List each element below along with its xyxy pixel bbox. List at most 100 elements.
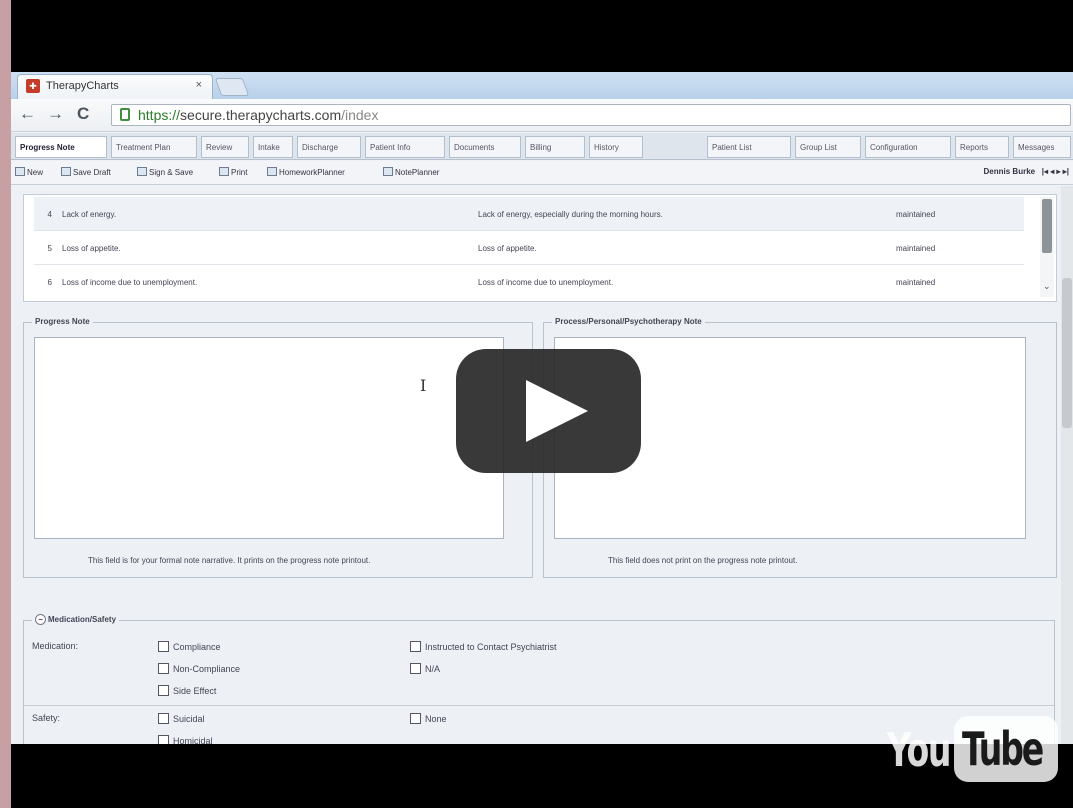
address-bar: ← → C https://secure.therapycharts.com/i…	[11, 99, 1073, 132]
chevron-down-icon[interactable]: ⌄	[1043, 281, 1051, 292]
suicidal-checkbox[interactable]: Suicidal	[158, 713, 205, 724]
tab-patient-info[interactable]: Patient Info	[365, 136, 445, 158]
progress-note-hint: This field is for your formal note narra…	[88, 556, 371, 565]
collapse-icon[interactable]: −	[35, 614, 46, 625]
print-button[interactable]: Print	[219, 167, 247, 177]
grid-scroll-thumb[interactable]	[1042, 199, 1052, 253]
status-cell: maintained	[896, 210, 936, 219]
youtube-logo-you: You	[887, 723, 951, 777]
description-cell: Loss of appetite.	[478, 244, 537, 253]
note-planner-button[interactable]: NotePlanner	[383, 167, 439, 177]
table-row[interactable]: 6 Loss of income due to unemployment. Lo…	[34, 265, 1024, 299]
close-tab-icon[interactable]: ×	[196, 79, 202, 91]
patient-nav: Dennis Burke |◂ ◂ ▸ ▸|	[984, 167, 1069, 176]
app-tab-bar: Progress Note Treatment Plan Review Inta…	[11, 133, 1073, 160]
side-effect-checkbox[interactable]: Side Effect	[158, 685, 216, 696]
row-number: 6	[47, 278, 52, 287]
checkbox-label: Suicidal	[173, 714, 205, 724]
grid-scrollbar[interactable]: ⌄	[1040, 197, 1054, 297]
description-cell: Loss of income due to unemployment.	[478, 278, 614, 287]
none-checkbox[interactable]: None	[410, 713, 447, 724]
checkbox-label: Non-Compliance	[173, 664, 241, 674]
checkbox-label: Homicidal	[173, 736, 213, 744]
tab-billing[interactable]: Billing	[525, 136, 585, 158]
tab-review[interactable]: Review	[201, 136, 249, 158]
checkbox-icon	[158, 641, 169, 652]
video-letterbox-top	[11, 0, 1073, 72]
medication-safety-legend: − Medication/Safety	[32, 614, 120, 625]
tab-group-list[interactable]: Group List	[795, 136, 861, 158]
page-scroll-thumb[interactable]	[1062, 278, 1072, 428]
tab-configuration[interactable]: Configuration	[865, 136, 951, 158]
lock-icon	[120, 108, 130, 121]
save-draft-button[interactable]: Save Draft	[61, 167, 111, 177]
tab-patient-list[interactable]: Patient List	[707, 136, 791, 158]
url-field[interactable]: https://secure.therapycharts.com/index	[111, 104, 1071, 126]
printer-icon	[219, 167, 229, 176]
homicidal-checkbox[interactable]: Homicidal	[158, 735, 213, 744]
progress-note-legend: Progress Note	[32, 317, 93, 326]
table-row[interactable]: 5 Loss of appetite. Loss of appetite. ma…	[34, 231, 1024, 265]
tab-documents[interactable]: Documents	[449, 136, 521, 158]
reload-icon[interactable]: C	[77, 104, 89, 124]
na-checkbox[interactable]: N/A	[410, 663, 440, 674]
tab-discharge[interactable]: Discharge	[297, 136, 361, 158]
contact-psychiatrist-checkbox[interactable]: Instructed to Contact Psychiatrist	[410, 641, 557, 652]
medication-safety-title: Medication/Safety	[48, 615, 117, 624]
tab-history[interactable]: History	[589, 136, 643, 158]
compliance-checkbox[interactable]: Compliance	[158, 641, 221, 652]
problem-cell: Lack of energy.	[62, 210, 117, 219]
homework-label: HomeworkPlanner	[279, 168, 345, 177]
planner-icon	[383, 167, 393, 176]
browser-tabstrip: ✚ TherapyCharts ×	[11, 72, 1073, 99]
browser-tab[interactable]: ✚ TherapyCharts ×	[17, 74, 213, 99]
print-label: Print	[231, 168, 248, 177]
youtube-logo-tube: Tube	[954, 716, 1058, 782]
section-divider	[24, 705, 1054, 706]
sign-save-button[interactable]: Sign & Save	[137, 167, 193, 177]
process-note-legend: Process/Personal/Psychotherapy Note	[552, 317, 705, 326]
tab-messages[interactable]: Messages	[1013, 136, 1071, 158]
action-toolbar: New Save Draft Sign & Save Print Homewor…	[11, 161, 1073, 185]
forward-arrow-icon[interactable]: →	[47, 104, 64, 124]
homework-planner-button[interactable]: HomeworkPlanner	[267, 167, 345, 177]
url-path: /index	[341, 107, 379, 123]
patient-name: Dennis Burke	[983, 167, 1036, 176]
play-icon	[526, 380, 588, 442]
tab-reports[interactable]: Reports	[955, 136, 1009, 158]
new-button[interactable]: New	[15, 167, 43, 177]
url-host: secure.therapycharts.com	[180, 107, 342, 123]
tab-treatment-plan[interactable]: Treatment Plan	[111, 136, 197, 158]
video-play-button[interactable]	[456, 349, 641, 473]
process-note-hint: This field does not print on the progres…	[608, 556, 798, 565]
save-icon	[61, 167, 71, 176]
checkbox-icon	[158, 685, 169, 696]
page-scrollbar[interactable]	[1061, 186, 1073, 744]
status-cell: maintained	[896, 278, 936, 287]
record-nav-arrows[interactable]: |◂ ◂ ▸ ▸|	[1042, 167, 1069, 176]
checkbox-icon	[410, 663, 421, 674]
checkbox-label: Compliance	[173, 642, 221, 652]
therapycharts-favicon-icon: ✚	[26, 79, 40, 93]
checkbox-label: Instructed to Contact Psychiatrist	[425, 642, 557, 652]
planner-icon	[267, 167, 277, 176]
back-arrow-icon[interactable]: ←	[19, 104, 36, 124]
status-cell: maintained	[896, 244, 936, 253]
tab-intake[interactable]: Intake	[253, 136, 293, 158]
new-label: New	[27, 168, 44, 177]
youtube-logo[interactable]: You Tube	[887, 716, 1058, 784]
new-tab-button[interactable]	[214, 78, 250, 96]
sign-save-label: Sign & Save	[149, 168, 194, 177]
note-planner-label: NotePlanner	[395, 168, 440, 177]
checkbox-label: N/A	[425, 664, 441, 674]
progress-note-textarea[interactable]	[34, 337, 504, 539]
new-document-icon	[15, 167, 25, 176]
safety-label: Safety:	[32, 713, 61, 723]
checkbox-label: Side Effect	[173, 686, 217, 696]
browser-tab-title: TherapyCharts	[46, 80, 119, 92]
table-row[interactable]: 4 Lack of energy. Lack of energy, especi…	[34, 197, 1024, 231]
medication-label: Medication:	[32, 641, 79, 651]
non-compliance-checkbox[interactable]: Non-Compliance	[158, 663, 240, 674]
url-scheme: https://	[138, 107, 181, 123]
tab-progress-note[interactable]: Progress Note	[15, 136, 107, 158]
